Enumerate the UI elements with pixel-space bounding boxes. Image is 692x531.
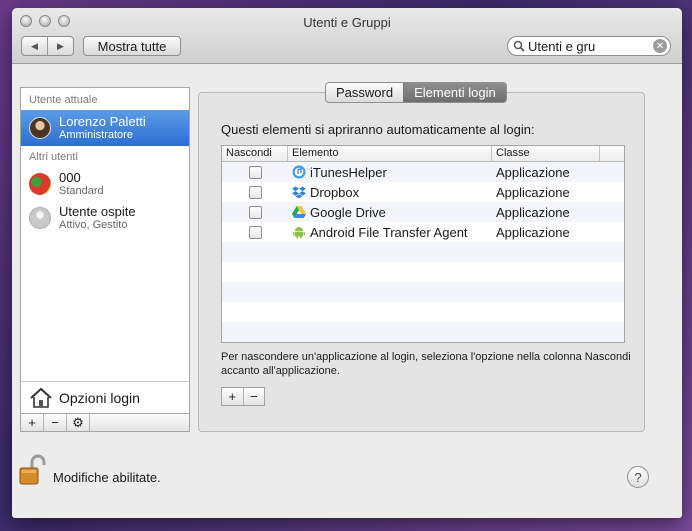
empty-row — [222, 242, 624, 262]
empty-row — [222, 302, 624, 322]
android-icon — [292, 225, 306, 239]
gear-icon[interactable]: ⚙ — [67, 414, 90, 431]
dropbox-icon — [292, 185, 306, 199]
user-item-lorenzo-paletti[interactable]: Lorenzo Paletti Amministratore — [21, 110, 189, 146]
user-role: Standard — [59, 185, 104, 197]
tab-login-items[interactable]: Elementi login — [403, 83, 506, 102]
login-items-intro: Questi elementi si apriranno automaticam… — [221, 122, 535, 137]
element-name: Android File Transfer Agent — [310, 224, 468, 240]
add-user-button[interactable]: + — [21, 414, 44, 431]
users-sidebar: Utente attuale Lorenzo Paletti Amministr… — [20, 87, 190, 432]
user-item-guest[interactable]: Utente ospite Attivo, Gestito — [21, 200, 189, 236]
add-login-item-button[interactable]: + — [222, 388, 244, 405]
search-icon — [512, 39, 526, 53]
help-button[interactable]: ? — [627, 466, 649, 488]
user-name: 000 — [59, 170, 81, 185]
user-role: Attivo, Gestito — [59, 219, 128, 231]
clear-search-icon[interactable]: ✕ — [653, 39, 667, 53]
element-class: Applicazione — [496, 224, 570, 240]
table-body: iTunesHelper Applicazione Dropbox Applic… — [222, 162, 624, 342]
remove-login-item-button[interactable]: − — [244, 388, 265, 405]
column-header-class[interactable]: Classe — [492, 146, 600, 161]
login-options-item[interactable]: Opzioni login — [21, 381, 189, 413]
element-class: Applicazione — [496, 204, 570, 220]
element-class: Applicazione — [496, 164, 570, 180]
column-header-hide[interactable]: Nascondi — [222, 146, 288, 161]
generic-user-avatar — [29, 207, 51, 229]
lock-status: Modifiche abilitate. — [53, 470, 161, 485]
element-name: iTunesHelper — [310, 164, 387, 180]
tab-password[interactable]: Password — [326, 83, 404, 102]
current-user-section-label: Utente attuale — [29, 94, 98, 106]
toolbar: Utenti e Gruppi ◀ ▶ Mostra tutte Utenti … — [12, 8, 682, 64]
other-users-section-label: Altri utenti — [29, 151, 78, 163]
tab-bar: Password Elementi login — [325, 82, 507, 103]
sidebar-toolbar: + − ⚙ — [21, 413, 189, 431]
user-role: Amministratore — [59, 129, 133, 141]
back-button[interactable]: ◀ — [22, 37, 48, 55]
login-options-label: Opzioni login — [59, 389, 140, 406]
forward-button[interactable]: ▶ — [48, 37, 73, 55]
user-photo-avatar — [29, 117, 51, 139]
table-row[interactable]: Dropbox Applicazione — [222, 182, 624, 202]
element-class: Applicazione — [496, 184, 570, 200]
search-field[interactable]: Utenti e gru ✕ — [507, 36, 671, 56]
element-name: Dropbox — [310, 184, 360, 200]
table-row[interactable]: iTunesHelper Applicazione — [222, 162, 624, 182]
table-row[interactable]: Android File Transfer Agent Applicazione — [222, 222, 624, 242]
column-header-empty — [600, 146, 624, 161]
remove-user-button[interactable]: − — [44, 414, 67, 431]
hide-checkbox[interactable] — [248, 185, 262, 199]
show-all-button[interactable]: Mostra tutte — [83, 36, 181, 56]
add-remove-control: + − — [221, 387, 265, 406]
user-name: Utente ospite — [59, 204, 136, 219]
table-header: Nascondi Elemento Classe — [222, 146, 624, 162]
back-forward-control: ◀ ▶ — [21, 36, 74, 56]
hide-checkbox[interactable] — [248, 225, 262, 239]
search-input[interactable]: Utenti e gru — [528, 39, 653, 54]
column-header-element[interactable]: Elemento — [288, 146, 492, 161]
hide-instructions: Per nascondere un'applicazione al login,… — [221, 351, 631, 377]
table-row[interactable]: Google Drive Applicazione — [222, 202, 624, 222]
login-items-table: Nascondi Elemento Classe iTunesHelper Ap… — [221, 145, 625, 343]
hide-checkbox[interactable] — [248, 205, 262, 219]
window-title: Utenti e Gruppi — [303, 15, 391, 30]
house-icon — [29, 387, 53, 409]
lock-icon[interactable] — [14, 454, 48, 488]
empty-row — [222, 282, 624, 302]
empty-row — [222, 322, 624, 342]
parrot-avatar — [29, 173, 51, 195]
element-name: Google Drive — [310, 204, 386, 220]
google-drive-icon — [292, 205, 306, 219]
user-name: Lorenzo Paletti — [59, 114, 146, 129]
itunes-icon — [292, 165, 306, 179]
hide-checkbox[interactable] — [248, 165, 262, 179]
empty-row — [222, 262, 624, 282]
user-item-000[interactable]: 000 Standard — [21, 166, 189, 202]
